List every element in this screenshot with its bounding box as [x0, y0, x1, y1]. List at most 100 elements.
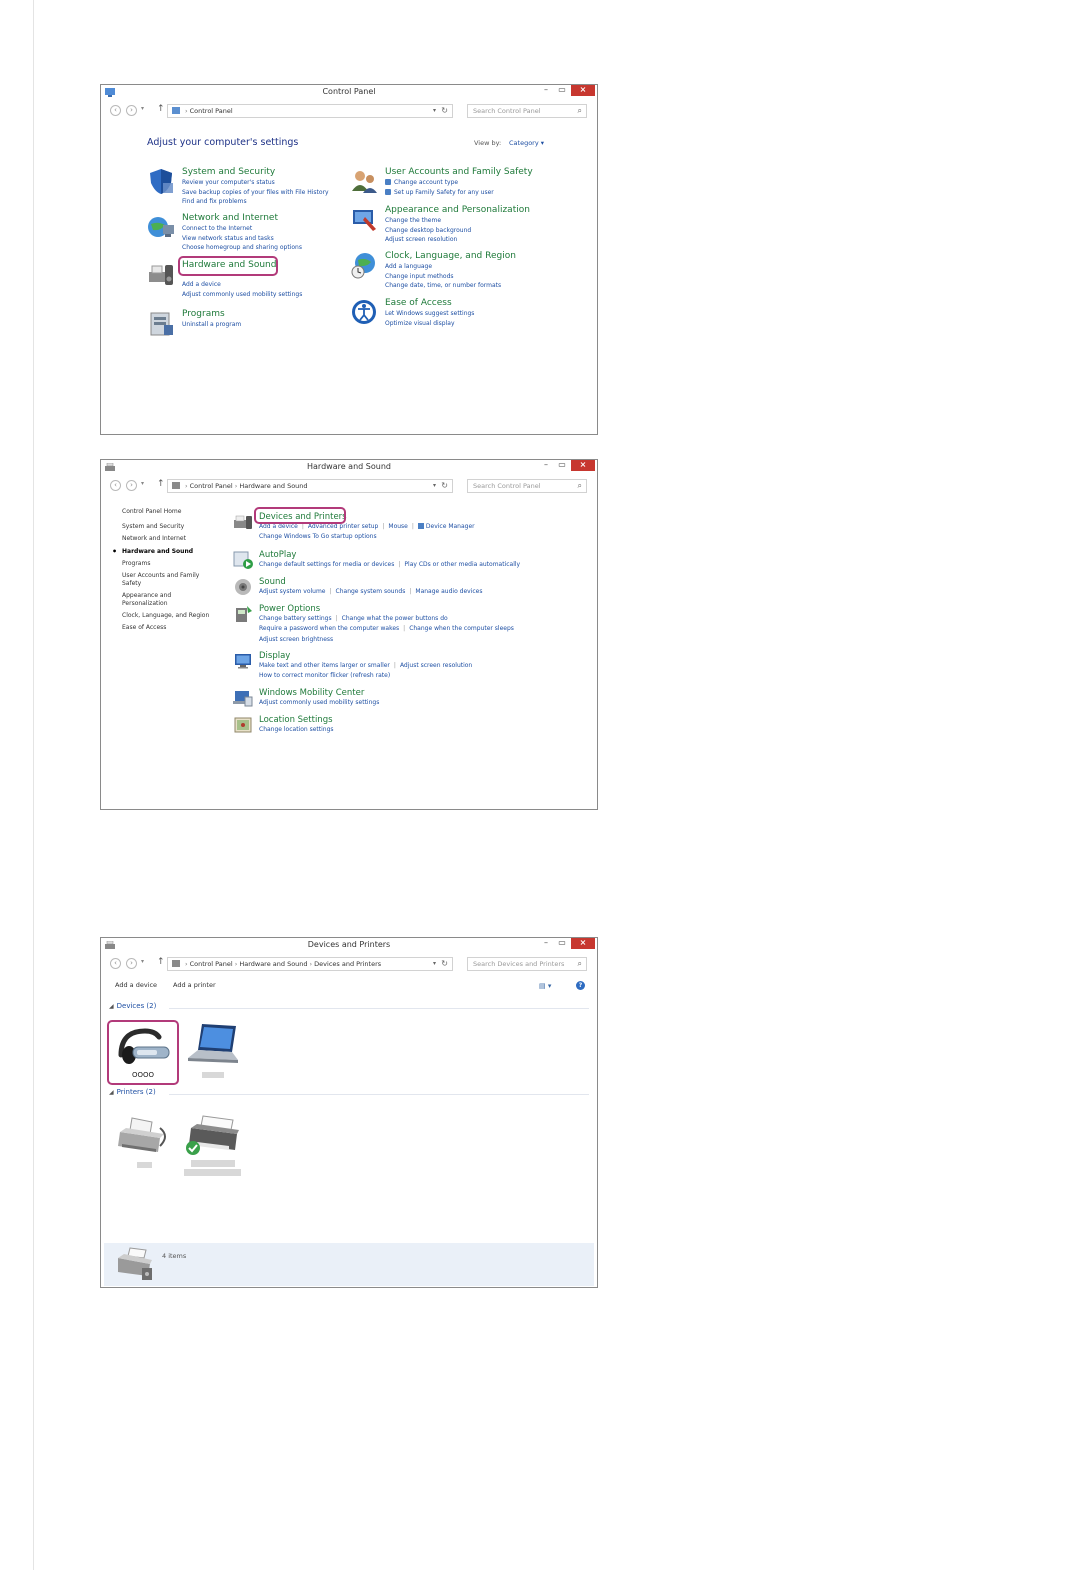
category-link[interactable]: Add a language	[385, 262, 501, 272]
section-link[interactable]: Require a password when the computer wak…	[259, 625, 399, 632]
sidebar-item-user-accounts[interactable]: User Accounts and Family	[122, 572, 209, 580]
category-title[interactable]: System and Security	[182, 167, 275, 177]
help-icon[interactable]: ?	[576, 981, 585, 990]
category-title[interactable]: Appearance and Personalization	[385, 205, 530, 215]
breadcrumb-devices-printers[interactable]: Devices and Printers	[314, 960, 381, 968]
sidebar-item-appearance[interactable]: Appearance and	[122, 592, 209, 600]
sidebar-item-system-security[interactable]: System and Security	[122, 523, 209, 531]
section-link[interactable]: Adjust screen resolution	[400, 662, 472, 669]
default-printer-device[interactable]	[183, 1114, 243, 1178]
recent-pages-dropdown[interactable]: ▾	[141, 105, 144, 112]
headset-device[interactable]: OOOO	[107, 1020, 179, 1085]
section-link[interactable]: Change battery settings	[259, 615, 332, 622]
category-link[interactable]: Save backup copies of your files with Fi…	[182, 188, 329, 198]
laptop-device[interactable]	[186, 1022, 240, 1082]
category-title[interactable]: Network and Internet	[182, 213, 278, 223]
maximize-button[interactable]: ▭	[555, 85, 569, 96]
category-link[interactable]: Change account type	[385, 178, 494, 188]
section-link[interactable]: Change what the power buttons do	[342, 615, 448, 622]
section-link[interactable]: Make text and other items larger or smal…	[259, 662, 390, 669]
sidebar-item-programs[interactable]: Programs	[122, 560, 209, 568]
category-link[interactable]: Adjust screen resolution	[385, 235, 471, 245]
add-device-button[interactable]: Add a device	[115, 981, 157, 989]
breadcrumb-hardware-sound[interactable]: Hardware and Sound	[239, 482, 307, 490]
sidebar-item-ease-of-access[interactable]: Ease of Access	[122, 624, 209, 632]
category-link[interactable]: Review your computer's status	[182, 178, 329, 188]
category-link[interactable]: View network status and tasks	[182, 234, 302, 244]
category-link[interactable]: Set up Family Safety for any user	[385, 188, 494, 198]
minimize-button[interactable]: –	[539, 460, 553, 471]
forward-button[interactable]: ›	[126, 105, 137, 116]
search-icon[interactable]: ⌕	[578, 106, 582, 116]
close-button[interactable]: ×	[571, 460, 595, 471]
back-button[interactable]: ‹	[110, 480, 121, 491]
category-link[interactable]: Add a device	[182, 280, 302, 290]
category-title[interactable]: Ease of Access	[385, 298, 452, 308]
close-button[interactable]: ×	[571, 938, 595, 949]
breadcrumb-control-panel[interactable]: Control Panel	[190, 482, 233, 490]
category-link[interactable]: Change input methods	[385, 272, 501, 282]
section-title[interactable]: Location Settings	[259, 715, 333, 725]
back-button[interactable]: ‹	[110, 105, 121, 116]
devices-group-header[interactable]: ◢ Devices (2)	[109, 1002, 156, 1010]
sidebar-item-hardware-sound[interactable]: Hardware and Sound	[112, 548, 209, 556]
address-dropdown-icon[interactable]: ▾	[433, 960, 436, 967]
maximize-button[interactable]: ▭	[555, 460, 569, 471]
search-input[interactable]: Search Control Panel ⌕	[467, 104, 587, 118]
title-bar[interactable]: Hardware and Sound – ▭ ×	[101, 460, 597, 475]
up-arrow-icon[interactable]: ↑	[157, 104, 165, 114]
section-link[interactable]: Manage audio devices	[415, 588, 482, 595]
section-link[interactable]: Change system sounds	[336, 588, 406, 595]
search-input[interactable]: Search Devices and Printers ⌕	[467, 957, 587, 971]
view-by-dropdown[interactable]: Category ▾	[509, 139, 544, 147]
minimize-button[interactable]: –	[539, 938, 553, 949]
sidebar-item-network-internet[interactable]: Network and Internet	[122, 535, 209, 543]
category-title[interactable]: Clock, Language, and Region	[385, 251, 516, 261]
recent-pages-dropdown[interactable]: ▾	[141, 958, 144, 965]
sidebar-item-appearance-line2[interactable]: Personalization	[122, 600, 209, 608]
address-bar[interactable]: › Control Panel › Hardware and Sound › Device…	[167, 957, 453, 971]
printers-group-header[interactable]: ◢ Printers (2)	[109, 1088, 156, 1096]
section-title[interactable]: Power Options	[259, 604, 320, 614]
section-link[interactable]: How to correct monitor flicker (refresh …	[259, 672, 390, 679]
search-icon[interactable]: ⌕	[578, 959, 582, 969]
section-link[interactable]: Change when the computer sleeps	[409, 625, 514, 632]
section-link[interactable]: Change Windows To Go startup options	[259, 533, 377, 540]
category-link[interactable]: Optimize visual display	[385, 319, 474, 329]
section-link[interactable]: Adjust system volume	[259, 588, 326, 595]
section-link[interactable]: Change location settings	[259, 726, 334, 733]
address-dropdown-icon[interactable]: ▾	[433, 107, 436, 114]
section-link[interactable]: Advanced printer setup	[308, 523, 379, 530]
fax-printer-device[interactable]	[116, 1114, 172, 1170]
sidebar-item-user-accounts-line2[interactable]: Safety	[122, 580, 209, 588]
section-link[interactable]: Adjust screen brightness	[259, 636, 333, 643]
recent-pages-dropdown[interactable]: ▾	[141, 480, 144, 487]
category-link[interactable]: Uninstall a program	[182, 320, 241, 330]
title-bar[interactable]: Control Panel – ▭ ×	[101, 85, 597, 100]
forward-button[interactable]: ›	[126, 480, 137, 491]
address-dropdown-icon[interactable]: ▾	[433, 482, 436, 489]
up-arrow-icon[interactable]: ↑	[157, 957, 165, 967]
section-link[interactable]: Change default settings for media or dev…	[259, 561, 394, 568]
maximize-button[interactable]: ▭	[555, 938, 569, 949]
search-input[interactable]: Search Control Panel ⌕	[467, 479, 587, 493]
section-title[interactable]: Sound	[259, 577, 286, 587]
search-icon[interactable]: ⌕	[578, 481, 582, 491]
category-title[interactable]: Programs	[182, 309, 225, 319]
category-link[interactable]: Change the theme	[385, 216, 471, 226]
up-arrow-icon[interactable]: ↑	[157, 479, 165, 489]
category-link[interactable]: Connect to the Internet	[182, 224, 302, 234]
section-title[interactable]: Display	[259, 651, 290, 661]
section-link[interactable]: Device Manager	[426, 523, 475, 530]
add-printer-button[interactable]: Add a printer	[173, 981, 216, 989]
refresh-icon[interactable]: ↻	[441, 106, 448, 115]
breadcrumb-control-panel[interactable]: Control Panel	[190, 960, 233, 968]
breadcrumb-hardware-sound[interactable]: Hardware and Sound	[239, 960, 307, 968]
minimize-button[interactable]: –	[539, 85, 553, 96]
view-options-icon[interactable]: ▤ ▾	[539, 982, 551, 990]
refresh-icon[interactable]: ↻	[441, 959, 448, 968]
category-link[interactable]: Change desktop background	[385, 226, 471, 236]
section-title[interactable]: Windows Mobility Center	[259, 688, 364, 698]
category-link[interactable]: Adjust commonly used mobility settings	[182, 290, 302, 300]
refresh-icon[interactable]: ↻	[441, 481, 448, 490]
